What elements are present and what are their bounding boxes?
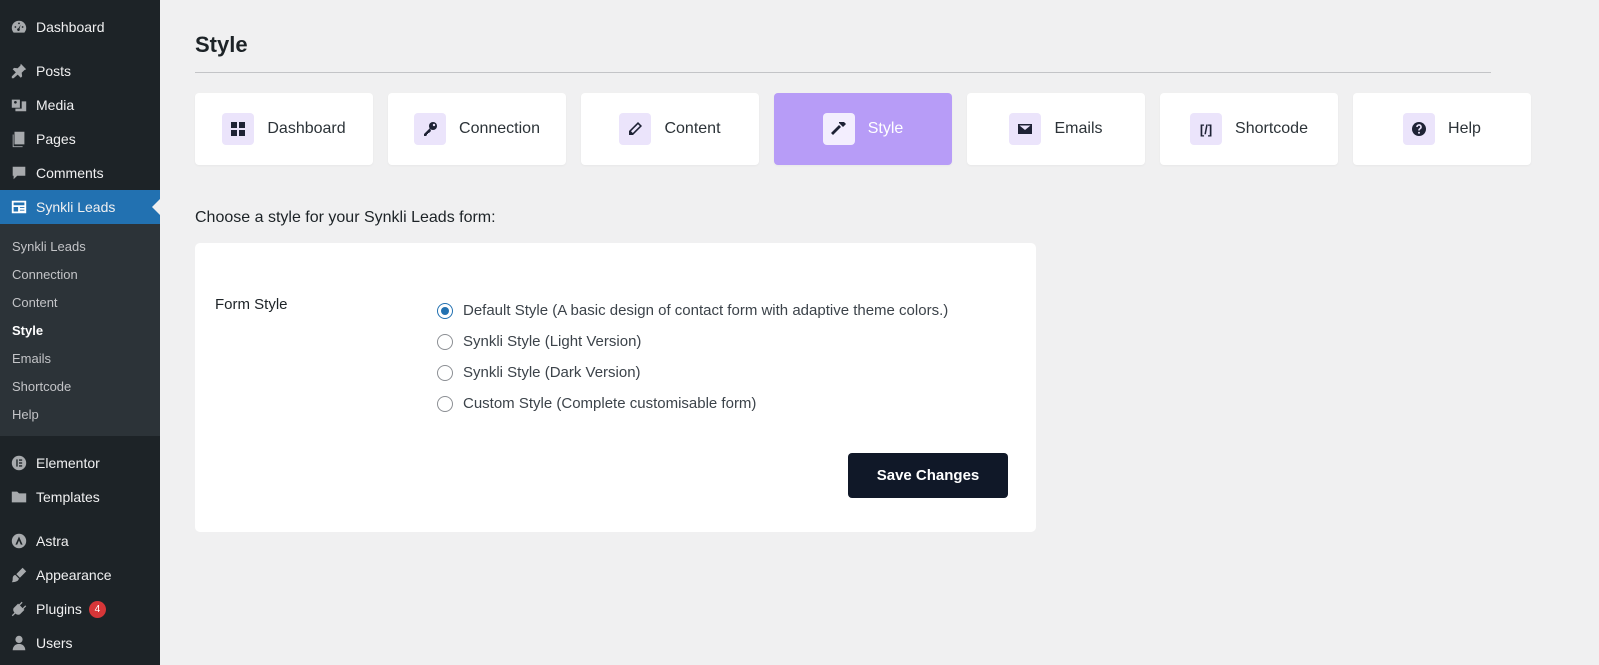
- tab-label: Connection: [459, 120, 540, 137]
- grid-icon: [222, 113, 255, 145]
- menu-label: Users: [36, 635, 73, 651]
- menu-label: Plugins: [36, 601, 82, 617]
- menu-item-pages[interactable]: Pages: [0, 122, 160, 156]
- radio-button[interactable]: [437, 302, 453, 319]
- menu-item-dashboard[interactable]: Dashboard: [0, 10, 160, 44]
- tab-emails[interactable]: Emails: [967, 93, 1145, 165]
- hammer-icon: [822, 113, 855, 145]
- menu-label: Pages: [36, 131, 76, 147]
- menu-label: Media: [36, 97, 75, 113]
- tab-style[interactable]: Style: [774, 93, 952, 165]
- shortcode-icon: [/]: [1190, 113, 1223, 145]
- menu-label: Comments: [36, 165, 104, 181]
- elementor-icon: [9, 453, 29, 473]
- brush-icon: [9, 565, 29, 585]
- plugins-update-badge: 4: [88, 600, 106, 618]
- comment-icon: [9, 163, 29, 183]
- menu-label: Astra: [36, 533, 69, 549]
- tab-shortcode[interactable]: [/] Shortcode: [1160, 93, 1338, 165]
- submenu-synkli-leads: Synkli Leads Connection Content Style Em…: [0, 224, 160, 436]
- pin-icon: [9, 61, 29, 81]
- style-option-default[interactable]: Default Style (A basic design of contact…: [437, 295, 948, 326]
- submenu-item-synkli-leads[interactable]: Synkli Leads: [0, 232, 160, 260]
- envelope-icon: [1009, 113, 1042, 145]
- radio-button[interactable]: [437, 395, 453, 412]
- dashboard-icon: [9, 17, 29, 37]
- menu-item-elementor[interactable]: Elementor: [0, 446, 160, 480]
- tab-label: Style: [867, 120, 904, 137]
- radio-label: Custom Style (Complete customisable form…: [463, 395, 757, 412]
- form-icon: [9, 197, 29, 217]
- media-icon: [9, 95, 29, 115]
- submenu-item-emails[interactable]: Emails: [0, 344, 160, 372]
- pages-icon: [9, 129, 29, 149]
- save-changes-button[interactable]: Save Changes: [848, 453, 1008, 498]
- style-option-synkli-light[interactable]: Synkli Style (Light Version): [437, 326, 948, 357]
- key-icon: [414, 113, 447, 145]
- menu-item-appearance[interactable]: Appearance: [0, 558, 160, 592]
- menu-item-synkli-leads[interactable]: Synkli Leads: [0, 190, 160, 224]
- radio-button[interactable]: [437, 333, 453, 350]
- admin-sidebar: Dashboard Posts Media Pages Comments Syn…: [0, 0, 160, 665]
- menu-label: Synkli Leads: [36, 199, 116, 215]
- help-icon: [1403, 113, 1436, 145]
- style-option-synkli-dark[interactable]: Synkli Style (Dark Version): [437, 357, 948, 388]
- menu-item-comments[interactable]: Comments: [0, 156, 160, 190]
- radio-button[interactable]: [437, 364, 453, 381]
- form-style-heading: Choose a style for your Synkli Leads for…: [195, 209, 496, 226]
- title-divider: [195, 72, 1491, 73]
- tab-dashboard[interactable]: Dashboard: [195, 93, 373, 165]
- submenu-item-help[interactable]: Help: [0, 400, 160, 428]
- menu-label: Dashboard: [36, 19, 105, 35]
- radio-label: Synkli Style (Light Version): [463, 333, 642, 350]
- radio-label: Synkli Style (Dark Version): [463, 364, 641, 381]
- main-content: Style Dashboard Connection Content Style…: [160, 0, 1599, 665]
- style-option-custom[interactable]: Custom Style (Complete customisable form…: [437, 388, 948, 419]
- menu-label: Elementor: [36, 455, 100, 471]
- tab-label: Content: [664, 120, 721, 137]
- tab-connection[interactable]: Connection: [388, 93, 566, 165]
- form-style-label: Form Style: [215, 296, 288, 313]
- plugin-tabs: Dashboard Connection Content Style Email…: [195, 93, 1531, 165]
- radio-label: Default Style (A basic design of contact…: [463, 302, 949, 319]
- menu-label: Posts: [36, 63, 72, 79]
- folder-icon: [9, 487, 29, 507]
- menu-label: Templates: [36, 489, 100, 505]
- plugin-icon: [9, 599, 29, 619]
- tab-label: Dashboard: [267, 120, 346, 137]
- tab-label: Shortcode: [1235, 120, 1308, 137]
- submenu-item-style[interactable]: Style: [0, 316, 160, 344]
- tab-label: Emails: [1054, 120, 1103, 137]
- menu-label: Appearance: [36, 567, 112, 583]
- form-style-card: Form Style Default Style (A basic design…: [195, 243, 1036, 532]
- tab-label: Help: [1448, 120, 1481, 137]
- submenu-item-connection[interactable]: Connection: [0, 260, 160, 288]
- submenu-item-shortcode[interactable]: Shortcode: [0, 372, 160, 400]
- menu-item-posts[interactable]: Posts: [0, 54, 160, 88]
- submenu-item-content[interactable]: Content: [0, 288, 160, 316]
- user-icon: [9, 633, 29, 653]
- tab-help[interactable]: Help: [1353, 93, 1531, 165]
- menu-item-templates[interactable]: Templates: [0, 480, 160, 514]
- menu-item-media[interactable]: Media: [0, 88, 160, 122]
- pencil-icon: [619, 113, 652, 145]
- form-style-radio-group: Default Style (A basic design of contact…: [437, 295, 948, 419]
- menu-item-plugins[interactable]: Plugins 4: [0, 592, 160, 626]
- menu-item-astra[interactable]: Astra: [0, 524, 160, 558]
- page-title: Style: [195, 32, 248, 57]
- astra-icon: [9, 531, 29, 551]
- tab-content[interactable]: Content: [581, 93, 759, 165]
- menu-item-users[interactable]: Users: [0, 626, 160, 660]
